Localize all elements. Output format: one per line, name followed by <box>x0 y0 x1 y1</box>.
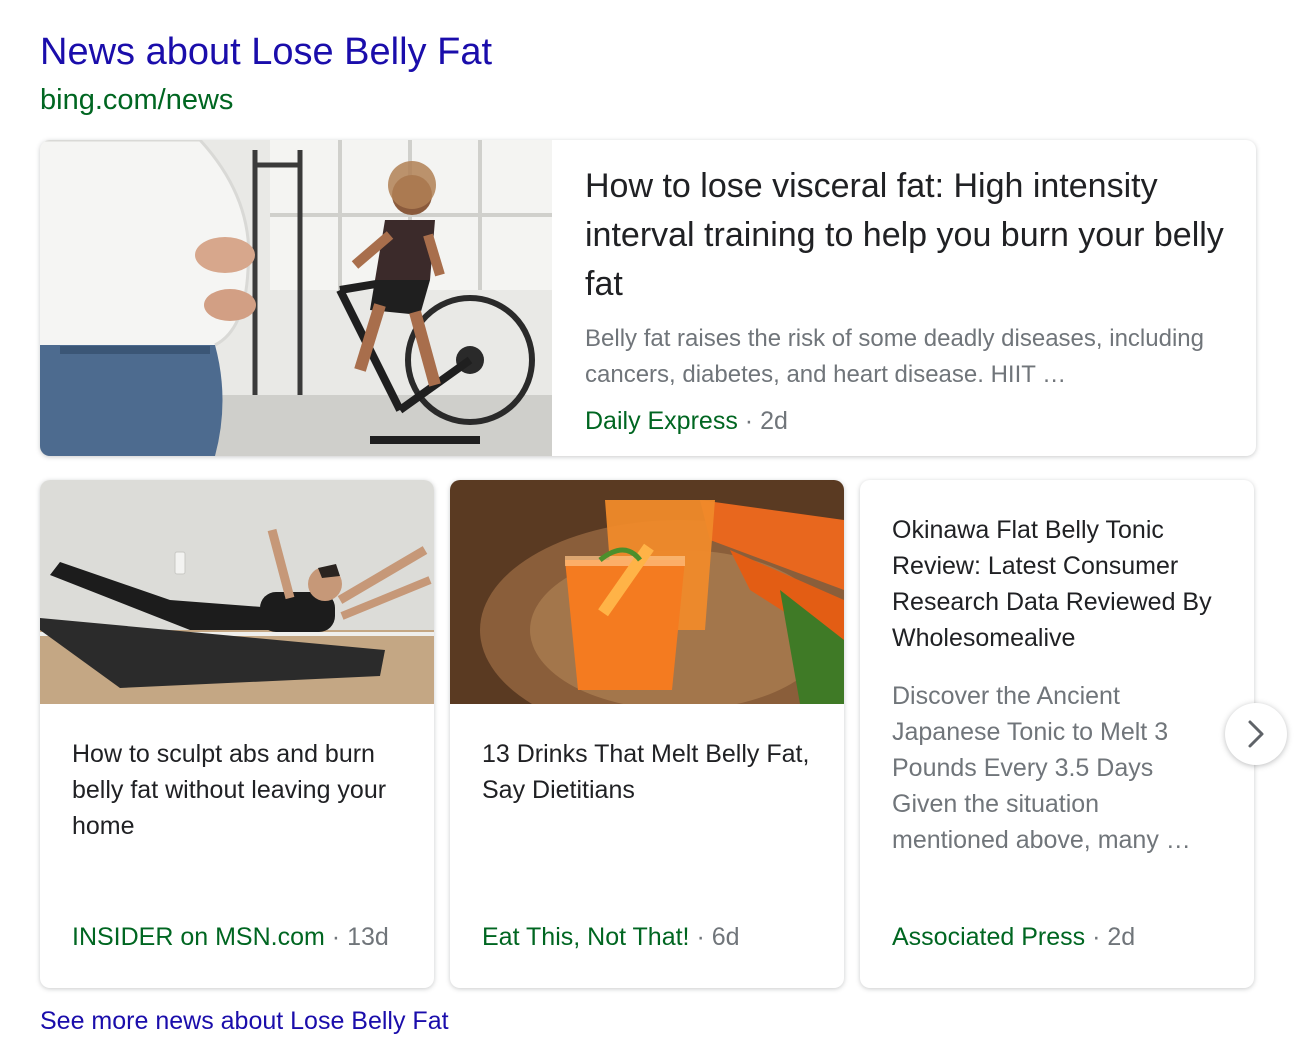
exercise-bike-photo-icon <box>40 140 552 456</box>
source-url: bing.com/news <box>40 84 234 116</box>
carousel-next-button[interactable] <box>1225 703 1287 765</box>
featured-body: How to lose visceral fat: High intensity… <box>585 162 1225 437</box>
featured-thumbnail[interactable] <box>40 140 552 456</box>
meta-separator: · <box>1092 923 1101 951</box>
news-heading-link[interactable]: News about Lose Belly Fat <box>40 28 492 76</box>
card-meta: INSIDER on MSN.com · 13d <box>72 921 389 953</box>
news-card-2[interactable]: 13 Drinks That Melt Belly Fat, Say Dieti… <box>450 480 844 988</box>
news-card-3[interactable]: Okinawa Flat Belly Tonic Review: Latest … <box>860 480 1254 988</box>
meta-separator: · <box>331 923 341 951</box>
meta-separator: · <box>696 923 705 951</box>
card-title[interactable]: Okinawa Flat Belly Tonic Review: Latest … <box>892 512 1232 656</box>
card-source: Eat This, Not That! <box>482 923 690 951</box>
featured-age: 2d <box>760 407 788 435</box>
ab-workout-photo-icon <box>40 480 434 704</box>
news-card-1[interactable]: How to sculpt abs and burn belly fat wit… <box>40 480 434 988</box>
card-age: 13d <box>347 923 389 951</box>
card-source: INSIDER on MSN.com <box>72 923 325 951</box>
card-age: 2d <box>1107 923 1136 951</box>
featured-title[interactable]: How to lose visceral fat: High intensity… <box>585 162 1225 309</box>
meta-separator: · <box>744 407 754 435</box>
featured-meta: Daily Express · 2d <box>585 405 1225 437</box>
featured-news-card[interactable]: How to lose visceral fat: High intensity… <box>40 140 1256 456</box>
card-title[interactable]: How to sculpt abs and burn belly fat wit… <box>72 736 412 844</box>
see-more-news-link[interactable]: See more news about Lose Belly Fat <box>40 1005 449 1037</box>
card-meta: Associated Press · 2d <box>892 921 1135 953</box>
card-age: 6d <box>711 923 740 951</box>
featured-source: Daily Express <box>585 407 738 435</box>
card-thumbnail[interactable] <box>40 480 434 704</box>
card-meta: Eat This, Not That! · 6d <box>482 921 740 953</box>
card-source: Associated Press <box>892 923 1086 951</box>
card-thumbnail[interactable] <box>450 480 844 704</box>
chevron-right-icon <box>1248 720 1264 748</box>
featured-snippet: Belly fat raises the risk of some deadly… <box>585 325 1204 388</box>
card-title[interactable]: 13 Drinks That Melt Belly Fat, Say Dieti… <box>482 736 822 808</box>
card-snippet: Discover the Ancient Japanese Tonic to M… <box>892 682 1191 854</box>
carrot-juice-photo-icon <box>450 480 844 704</box>
